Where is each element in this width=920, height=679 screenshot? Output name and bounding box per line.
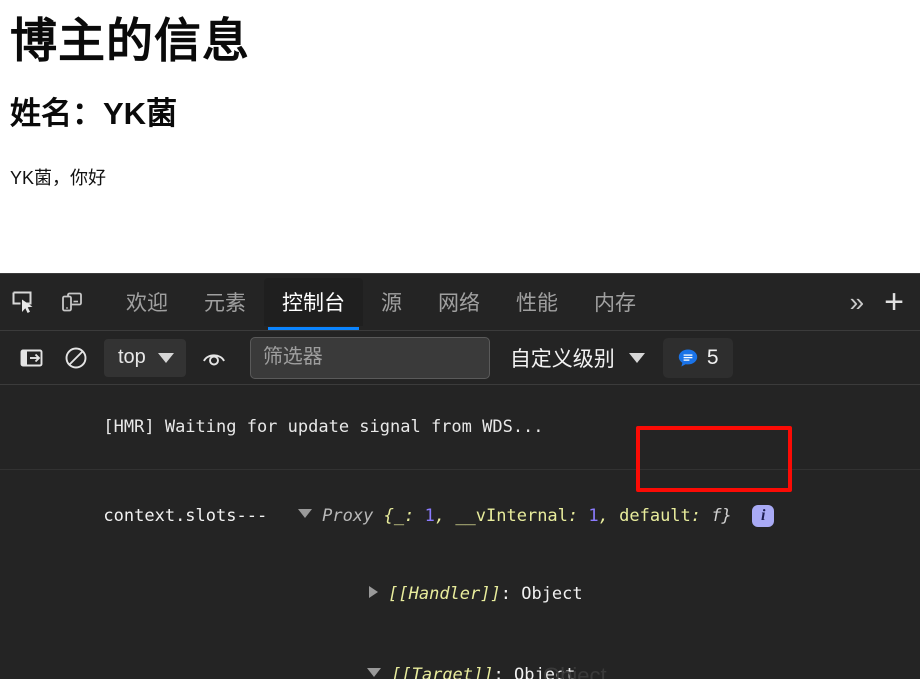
execution-context-value: top [118, 346, 146, 368]
preview-key-1: __vInternal [455, 505, 568, 526]
speech-bubble-icon [677, 347, 699, 369]
tree-row[interactable]: [[Handler]]: Object [42, 555, 920, 636]
console-log-label: context.slots--- [103, 505, 268, 526]
proxy-type-name: Proxy [322, 505, 374, 526]
chevron-down-icon [157, 352, 174, 363]
tree-sep: : [500, 584, 522, 605]
tab-label: 控制台 [282, 292, 345, 315]
tab-memory[interactable]: 内存 [576, 278, 654, 326]
message-count: 5 [706, 345, 719, 369]
page-paragraph: YK菌，你好 [10, 168, 107, 189]
console-message-row[interactable]: [HMR] Waiting for update signal from WDS… [0, 385, 920, 470]
tree-key: [[Target]] [391, 664, 494, 679]
tab-label: 源 [381, 292, 402, 315]
tab-label: 性能 [516, 292, 558, 315]
tab-label: 欢迎 [126, 292, 168, 315]
tab-elements[interactable]: 元素 [186, 278, 264, 326]
highlighted-key: default [619, 505, 691, 526]
tree-key: [[Handler]] [388, 584, 501, 605]
page-title: 博主的信息 [10, 14, 250, 67]
add-panel-icon[interactable]: + [878, 274, 920, 330]
preview-value-1: 1 [588, 505, 599, 526]
open-brace: { [383, 505, 394, 526]
tab-welcome[interactable]: 欢迎 [108, 278, 186, 326]
tab-performance[interactable]: 性能 [498, 278, 576, 326]
tab-network[interactable]: 网络 [420, 278, 498, 326]
console-sidebar-icon[interactable] [10, 338, 54, 378]
console-object-tree: [[Handler]]: Object [[Target]]: Object d… [0, 555, 920, 679]
info-icon[interactable]: i [752, 504, 775, 527]
page-subtitle: 姓名：YK菌 [10, 96, 178, 132]
highlighted-value: f} [711, 505, 732, 526]
live-expression-icon[interactable] [192, 338, 236, 378]
console-filter-toolbar: top 自定义级别 5 [0, 331, 920, 385]
expand-arrow-closed-icon[interactable] [368, 586, 378, 599]
tree-value: Object [513, 664, 576, 679]
tab-label: 网络 [438, 292, 480, 315]
console-filter-input[interactable] [249, 336, 490, 379]
tree-value: Object [521, 584, 583, 605]
web-page-content: 博主的信息 姓名：YK菌 YK菌，你好 [0, 0, 920, 273]
inspect-element-icon[interactable] [0, 274, 48, 330]
clear-console-icon[interactable] [54, 338, 98, 378]
tab-console[interactable]: 控制台 [264, 278, 363, 330]
preview-sep-0: : [404, 505, 425, 526]
execution-context-select[interactable]: top [104, 338, 186, 377]
preview-value-0: 1 [424, 505, 435, 526]
tab-label: 元素 [204, 292, 246, 315]
preview-tail-0: , [434, 505, 456, 526]
chevron-down-icon [628, 352, 645, 363]
device-toolbar-icon[interactable] [48, 274, 96, 330]
console-message-text: [HMR] Waiting for update signal from WDS… [103, 416, 544, 437]
highlighted-sep: : [690, 505, 712, 526]
console-object-row[interactable]: context.slots--- Proxy {_: 1, __vInterna… [0, 470, 920, 555]
tabbar-spacer [96, 274, 108, 330]
log-level-label: 自定义级别 [509, 347, 615, 371]
more-tabs-chevron-icon[interactable]: » [836, 274, 878, 330]
expand-arrow-open-icon[interactable] [366, 668, 381, 678]
preview-tail-1: , [598, 505, 620, 526]
tab-sources[interactable]: 源 [363, 278, 420, 326]
preview-sep-1: : [567, 505, 589, 526]
message-count-badge[interactable]: 5 [662, 337, 733, 378]
tabbar-right-group: » + [836, 274, 920, 330]
tree-row[interactable]: [[Target]]: Object [42, 635, 920, 679]
devtools-panel: 欢迎 元素 控制台 源 网络 性能 内存 » + top 筛选器 自定义级别 5… [0, 273, 920, 679]
devtools-tabbar: 欢迎 元素 控制台 源 网络 性能 内存 » + [0, 274, 920, 331]
tree-sep: : [493, 664, 514, 679]
console-output[interactable]: [HMR] Waiting for update signal from WDS… [0, 385, 920, 679]
preview-key-0: _ [393, 505, 405, 526]
expand-arrow-open-icon[interactable] [297, 509, 312, 519]
tab-label: 内存 [594, 292, 636, 315]
log-level-select[interactable]: 自定义级别 [510, 343, 645, 373]
